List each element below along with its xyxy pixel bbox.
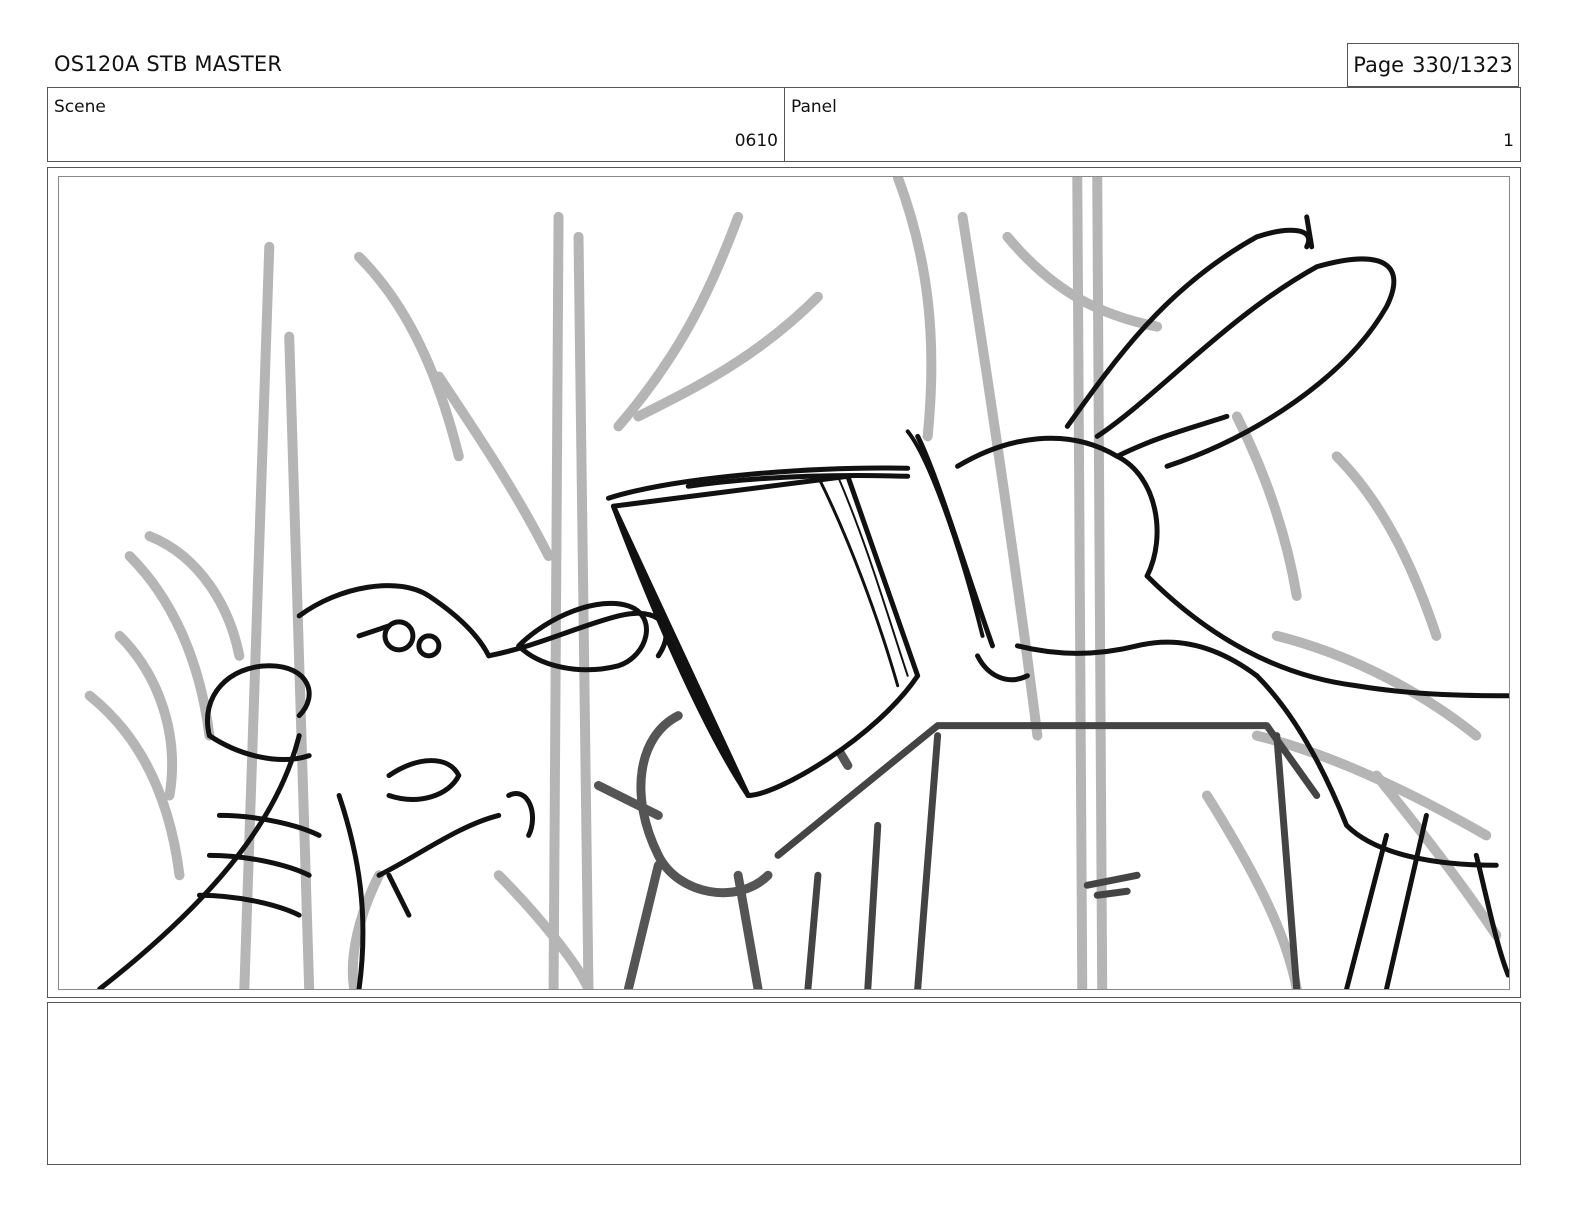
panel-value: 1 — [1503, 131, 1514, 151]
scene-cell: Scene 0610 — [48, 88, 785, 161]
notes-box — [47, 1002, 1521, 1165]
storyboard-artwork — [58, 176, 1510, 990]
scene-label: Scene — [54, 97, 106, 117]
panel-label: Panel — [791, 97, 837, 117]
page-label: Page — [1353, 53, 1405, 77]
scene-value: 0610 — [734, 131, 778, 151]
scene-panel-info-row: Scene 0610 Panel 1 — [47, 87, 1521, 162]
page-number: 330/1323 — [1412, 53, 1513, 77]
storyboard-sketch-icon — [84, 177, 1509, 989]
panel-cell: Panel 1 — [785, 88, 1520, 161]
page-indicator: Page 330/1323 — [1347, 43, 1519, 87]
document-title: OS120A STB MASTER — [54, 52, 283, 76]
storyboard-frame — [47, 167, 1521, 998]
